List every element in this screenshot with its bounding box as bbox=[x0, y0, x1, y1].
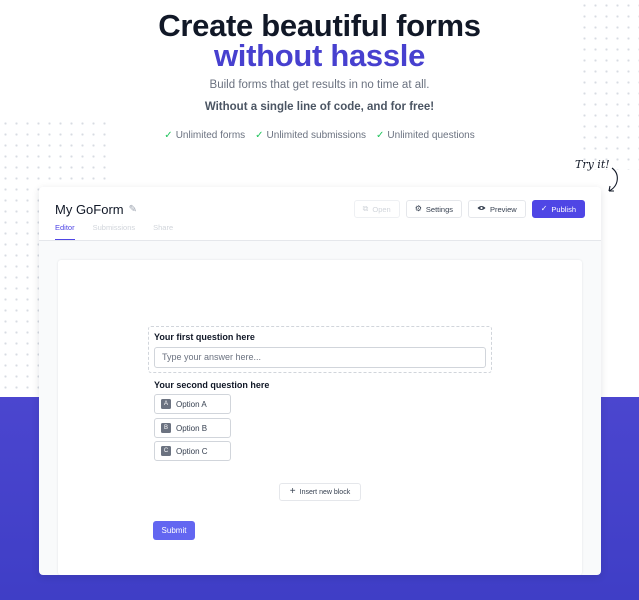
option-label: Option C bbox=[176, 446, 208, 456]
toolbar: ⧉ Open ⚙ Settings Preview ✓ Publish bbox=[353, 200, 585, 218]
publish-label: Publish bbox=[551, 204, 576, 214]
option-key-badge: B bbox=[161, 423, 171, 433]
feature-item: ✓ Unlimited questions bbox=[376, 130, 475, 141]
settings-button[interactable]: ⚙ Settings bbox=[405, 200, 462, 218]
form-name-text: My GoForm bbox=[55, 202, 124, 217]
question2-label[interactable]: Your second question here bbox=[154, 380, 269, 390]
check-icon: ✓ bbox=[540, 204, 548, 213]
open-button[interactable]: ⧉ Open bbox=[353, 200, 400, 218]
insert-block-button[interactable]: + Insert new block bbox=[279, 483, 361, 501]
publish-button[interactable]: ✓ Publish bbox=[531, 200, 585, 218]
check-icon: ✓ bbox=[164, 130, 173, 141]
feature-list: ✓ Unlimited forms ✓ Unlimited submission… bbox=[0, 130, 639, 141]
option-b[interactable]: B Option B bbox=[154, 418, 231, 438]
option-key-badge: A bbox=[161, 399, 171, 409]
submit-button[interactable]: Submit bbox=[153, 521, 195, 540]
hero-title-line2: without hassle bbox=[213, 38, 426, 73]
settings-label: Settings bbox=[425, 204, 453, 214]
insert-block-label: Insert new block bbox=[299, 488, 351, 496]
app-header: My GoForm ✎ Editor Submissions Share ⧉ O… bbox=[39, 187, 601, 241]
question1-answer-input[interactable]: Type your answer here... bbox=[154, 347, 486, 368]
tab-submissions[interactable]: Submissions bbox=[93, 223, 136, 240]
tab-bar: Editor Submissions Share bbox=[55, 223, 173, 240]
question1-label[interactable]: Your first question here bbox=[154, 332, 255, 342]
option-a[interactable]: A Option A bbox=[154, 394, 231, 414]
feature-label: Unlimited forms bbox=[175, 130, 246, 141]
tab-editor[interactable]: Editor bbox=[55, 223, 75, 240]
feature-label: Unlimited questions bbox=[387, 130, 475, 141]
preview-label: Preview bbox=[490, 204, 517, 214]
hero-subtitle: Build forms that get results in no time … bbox=[209, 79, 430, 91]
check-icon: ✓ bbox=[255, 130, 264, 141]
hero-subtitle-bold: Without a single line of code, and for f… bbox=[204, 101, 435, 113]
plus-icon: + bbox=[289, 486, 296, 497]
option-label: Option A bbox=[176, 399, 207, 409]
feature-label: Unlimited submissions bbox=[266, 130, 367, 141]
app-window: My GoForm ✎ Editor Submissions Share ⧉ O… bbox=[39, 187, 601, 575]
option-label: Option B bbox=[176, 423, 208, 433]
tab-share[interactable]: Share bbox=[153, 223, 173, 240]
preview-button[interactable]: Preview bbox=[468, 200, 526, 218]
pencil-icon[interactable]: ✎ bbox=[129, 204, 137, 215]
form-title: My GoForm ✎ bbox=[55, 202, 137, 217]
option-key-badge: C bbox=[161, 446, 171, 456]
option-c[interactable]: C Option C bbox=[154, 441, 231, 461]
form-canvas: Your first question here Type your answe… bbox=[58, 260, 582, 575]
external-link-icon: ⧉ bbox=[362, 204, 369, 213]
check-icon: ✓ bbox=[376, 130, 385, 141]
curved-arrow-icon bbox=[608, 167, 618, 192]
feature-item: ✓ Unlimited submissions bbox=[255, 130, 366, 141]
feature-item: ✓ Unlimited forms bbox=[164, 130, 245, 141]
gear-icon: ⚙ bbox=[414, 204, 422, 213]
open-label: Open bbox=[372, 204, 391, 214]
eye-icon bbox=[477, 205, 486, 213]
